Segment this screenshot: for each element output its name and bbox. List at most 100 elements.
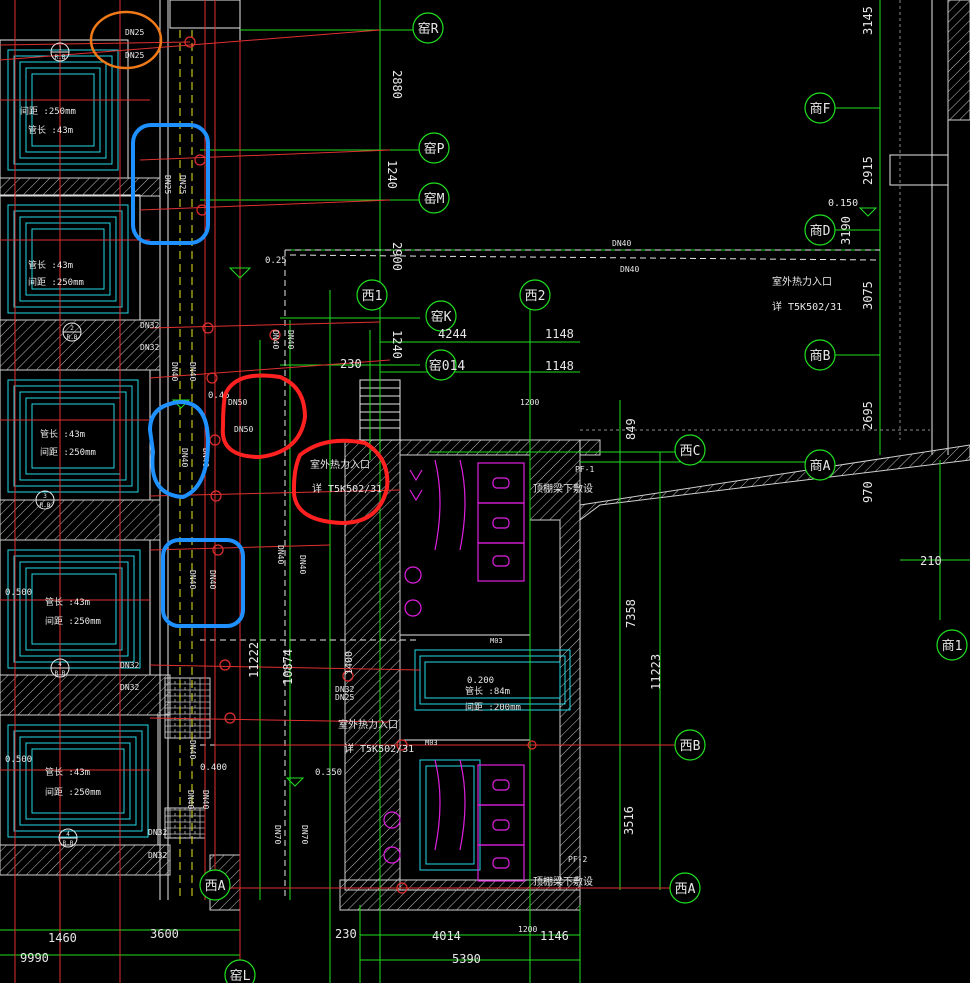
- toilet-fixtures: [383, 459, 525, 882]
- axis-label: 西C: [680, 444, 701, 459]
- elev-text: 0.500: [5, 755, 32, 765]
- room-tag-sub: R.B: [55, 54, 66, 61]
- pipe-label: DN32: [120, 683, 139, 692]
- dim-text: 1200: [520, 398, 539, 407]
- ceiling-note: 顶棚梁下敷设: [533, 482, 593, 495]
- dim-text: 3600: [150, 927, 179, 941]
- pipe-label: DN40: [208, 570, 217, 589]
- dim-text: 2880: [390, 70, 404, 99]
- pipe-label: DN25: [125, 28, 144, 37]
- room-note: 管长 :43m: [28, 259, 73, 271]
- dim-text: 1240: [385, 160, 399, 189]
- room-tag-num: 2: [70, 325, 74, 332]
- axis-label: 窑014: [429, 358, 466, 374]
- room-note: 间距 :250mm: [45, 786, 101, 798]
- room-note: 管长 :43m: [28, 124, 73, 136]
- pipe-label: DN25: [335, 693, 354, 702]
- blue-highlight-box: [161, 538, 245, 628]
- pipe-label: DN40: [298, 555, 307, 574]
- room-note: 间距 :200mm: [465, 701, 521, 713]
- dim-text: 2915: [861, 156, 875, 185]
- room-tag-texts: 1 R.B 2 R.B 3 R.B 4 R.B 4 R.B: [40, 45, 78, 847]
- room-note: 间距 :250mm: [20, 105, 76, 117]
- room-tag-num: 4: [58, 661, 62, 668]
- room-tag-sub: R.B: [40, 502, 51, 509]
- axis-label: 西A: [205, 879, 226, 894]
- room-tag-num: 1: [58, 45, 62, 52]
- dim-text: 970: [861, 481, 875, 503]
- pipe-label: DN40: [188, 740, 197, 759]
- dim-text: 0.150: [828, 198, 858, 209]
- heat-entry-ref: 详 T5K502/31: [772, 300, 842, 313]
- axis-label: 商1: [942, 639, 963, 654]
- pipe-dashed-white: [200, 249, 881, 900]
- pipe-label: DN70: [300, 825, 309, 844]
- dim-text: 11223: [649, 654, 663, 690]
- dim-text: 1400: [344, 651, 355, 675]
- axis-label: 西A: [675, 882, 696, 897]
- pipe-label: DN32: [140, 321, 159, 330]
- axis-label: 商B: [810, 349, 831, 364]
- pipe-dn-top: DN40: [620, 265, 639, 274]
- dim-text: 3145: [861, 6, 875, 35]
- elev-text: 0.500: [5, 588, 32, 598]
- axis-bubbles: [199, 12, 968, 983]
- pipe-label: DN40: [188, 362, 197, 381]
- dim-text: 4244: [438, 327, 467, 341]
- pipe-label: DN40: [286, 330, 295, 349]
- axis-label: 窑K: [431, 309, 452, 325]
- room-tag-num: 4: [66, 831, 70, 838]
- dim-text: 10874: [281, 649, 295, 685]
- heat-entry-title: 室外热力入口: [772, 275, 832, 288]
- pipe-label: DN32: [140, 343, 159, 352]
- ceiling-note: 顶棚梁下敷设: [533, 875, 593, 888]
- pipe-label: DN40: [276, 545, 285, 564]
- dim-text: 230: [340, 357, 362, 371]
- floor-heating-loops: [7, 49, 571, 871]
- door-tag: M03: [425, 739, 438, 747]
- dim-text: 230: [335, 927, 357, 941]
- axis-label: 商A: [810, 459, 831, 474]
- room-note: 间距 :250mm: [28, 276, 84, 288]
- heat-entry-title: 室外热力入口: [338, 718, 398, 731]
- axis-label: 商F: [810, 102, 831, 117]
- elev-text: 0.350: [315, 768, 342, 778]
- dim-text: 5390: [452, 952, 481, 966]
- dim-text: 3190: [839, 216, 853, 245]
- pipe-label: DN25: [163, 175, 172, 194]
- dim-text: 9990: [20, 951, 49, 965]
- pipe-label: DN40: [180, 448, 189, 467]
- heat-entry-title: 室外热力入口: [310, 458, 370, 471]
- pipe-label: DN32: [148, 851, 167, 860]
- room-note: 间距 :250mm: [40, 446, 96, 458]
- elev-text: 0.400: [200, 763, 227, 773]
- axis-label: 窑M: [424, 191, 445, 207]
- room-tag-sub: R.B: [67, 334, 78, 341]
- pipe-label: DN40: [201, 790, 210, 809]
- pipe-label: DN40: [186, 790, 195, 809]
- axis-label: 窑L: [230, 968, 251, 983]
- dim-text: 7358: [624, 599, 638, 628]
- axis-lines: [0, 0, 970, 983]
- dim-text: 1460: [48, 931, 77, 945]
- pipe-label: DN40: [188, 570, 197, 589]
- dim-text: 1148: [545, 327, 574, 341]
- pipe-dn-top: DN40: [612, 239, 631, 248]
- elev-text: 0.25: [265, 256, 287, 266]
- heat-entry-ref: 详 T5K502/31: [312, 482, 382, 495]
- pipe-label: DN32: [120, 661, 139, 670]
- door-tag: M03: [490, 637, 503, 645]
- axis-label: 西2: [525, 289, 546, 304]
- room-note: 管长 :84m: [465, 685, 510, 697]
- dim-text: 210: [920, 554, 942, 568]
- dim-text: 1148: [545, 359, 574, 373]
- room-tag-num: 3: [43, 493, 47, 500]
- axis-label: 窑P: [424, 141, 445, 157]
- room-note: 管长 :43m: [40, 428, 85, 440]
- pf-tag: PF-1: [575, 465, 594, 474]
- dim-text: 4014: [432, 929, 461, 943]
- dim-text: 1240: [390, 330, 404, 359]
- pipe-label: DN50: [234, 425, 253, 434]
- red-highlight-loop: [220, 373, 308, 460]
- elev-text: 0.200: [467, 676, 494, 686]
